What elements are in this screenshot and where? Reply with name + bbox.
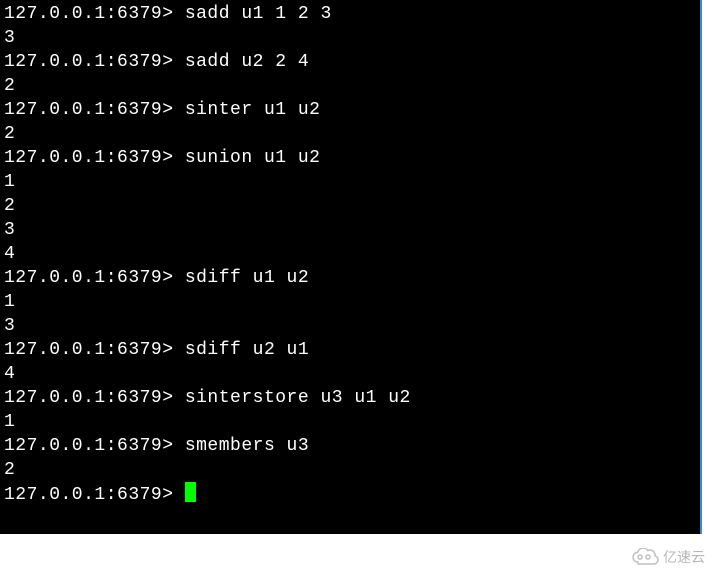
- terminal-line: 4: [4, 362, 696, 386]
- terminal-line: 2: [4, 122, 696, 146]
- terminal-line: 127.0.0.1:6379> sadd u2 2 4: [4, 50, 696, 74]
- terminal-line: 1: [4, 290, 696, 314]
- terminal-line: 127.0.0.1:6379> sunion u1 u2: [4, 146, 696, 170]
- terminal-line: 127.0.0.1:6379> sdiff u2 u1: [4, 338, 696, 362]
- terminal-prompt: 127.0.0.1:6379>: [4, 485, 185, 505]
- terminal-line: 2: [4, 194, 696, 218]
- terminal-window[interactable]: 127.0.0.1:6379> sadd u1 1 2 3 3 127.0.0.…: [0, 0, 702, 534]
- terminal-line: 1: [4, 170, 696, 194]
- terminal-line: 3: [4, 26, 696, 50]
- terminal-line: 2: [4, 74, 696, 98]
- terminal-prompt-line[interactable]: 127.0.0.1:6379>: [4, 482, 696, 507]
- terminal-line: 127.0.0.1:6379> sdiff u1 u2: [4, 266, 696, 290]
- terminal-line: 2: [4, 458, 696, 482]
- terminal-line: 127.0.0.1:6379> sinterstore u3 u1 u2: [4, 386, 696, 410]
- terminal-line: 127.0.0.1:6379> smembers u3: [4, 434, 696, 458]
- cursor-icon: [185, 482, 196, 502]
- cloud-icon: [631, 548, 659, 566]
- watermark: 亿速云: [631, 547, 705, 567]
- terminal-line: 127.0.0.1:6379> sadd u1 1 2 3: [4, 2, 696, 26]
- terminal-line: 4: [4, 242, 696, 266]
- watermark-text: 亿速云: [663, 547, 705, 567]
- terminal-line: 3: [4, 314, 696, 338]
- terminal-line: 3: [4, 218, 696, 242]
- terminal-line: 127.0.0.1:6379> sinter u1 u2: [4, 98, 696, 122]
- terminal-line: 1: [4, 410, 696, 434]
